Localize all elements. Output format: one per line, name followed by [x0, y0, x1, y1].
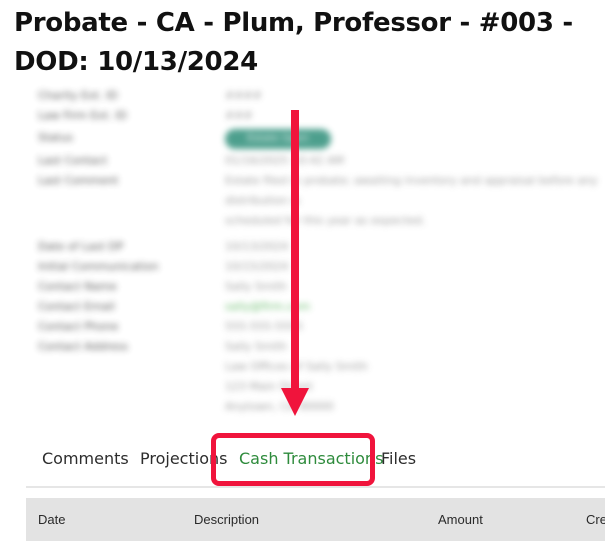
detail-label: Contact Phone: [38, 320, 119, 333]
detail-row: Contact Name Sally Smith: [38, 277, 598, 297]
detail-value: ####: [225, 89, 262, 102]
detail-value: Estate filed in probate; awaiting invent…: [225, 171, 598, 231]
detail-row: Law Firm Ext. ID ###: [38, 106, 598, 126]
detail-row: Last Comment Estate filed in probate; aw…: [38, 171, 598, 231]
detail-label: Law Firm Ext. ID: [38, 109, 127, 122]
detail-label: Charity Ext. ID: [38, 89, 118, 102]
detail-label: Last Comment: [38, 174, 119, 187]
detail-value: Estate Open: [225, 126, 598, 151]
detail-value-line: scheduled for this year as expected.: [225, 214, 426, 227]
tab-files[interactable]: Files: [381, 449, 416, 468]
table-header: Date Description Amount Cre: [26, 498, 605, 541]
detail-row: Last Contact 01/16/2025 10:42 AM: [38, 151, 598, 171]
detail-value-line: Anytown, CA 90000: [225, 400, 334, 413]
detail-label: Contact Name: [38, 280, 117, 293]
detail-value: 555-555-5555: [225, 320, 303, 333]
detail-value-line: Sally Smith: [225, 340, 287, 353]
detail-value: ###: [225, 109, 253, 122]
detail-value-line: Law Offices of Sally Smith: [225, 360, 368, 373]
detail-value-line: Estate filed in probate; awaiting invent…: [225, 174, 598, 207]
status-badge: Estate Open: [225, 129, 331, 149]
column-header-description[interactable]: Description: [194, 512, 259, 527]
detail-row: Charity Ext. ID ####: [38, 86, 598, 106]
detail-value: 10/15/2024: [225, 260, 289, 273]
detail-label: Contact Address: [38, 340, 129, 353]
contact-email-link[interactable]: sally@firm.com: [225, 297, 598, 317]
page: Probate - CA - Plum, Professor - #003 - …: [0, 0, 605, 545]
detail-value: 01/16/2025 10:42 AM: [225, 154, 345, 167]
column-header-date[interactable]: Date: [38, 512, 65, 527]
page-title: Probate - CA - Plum, Professor - #003 - …: [14, 8, 573, 77]
detail-row: Date of Last DP 10/13/2024: [38, 237, 598, 257]
detail-row: Initial Communication 10/15/2024: [38, 257, 598, 277]
detail-row: Contact Address Sally Smith Law Offices …: [38, 337, 598, 417]
detail-row: Contact Email sally@firm.com: [38, 297, 598, 317]
tab-comments[interactable]: Comments: [42, 449, 129, 468]
detail-row: Contact Phone 555-555-5555: [38, 317, 598, 337]
detail-label: Initial Communication: [38, 260, 159, 273]
column-header-created[interactable]: Cre: [586, 512, 605, 527]
tab-divider: [26, 486, 605, 488]
estate-details: Charity Ext. ID #### Law Firm Ext. ID ##…: [38, 86, 598, 417]
detail-label: Last Contact: [38, 154, 108, 167]
column-header-amount[interactable]: Amount: [438, 512, 483, 527]
detail-value: Sally Smith Law Offices of Sally Smith 1…: [225, 337, 598, 417]
detail-label: Date of Last DP: [38, 240, 124, 253]
detail-row: Status Estate Open: [38, 126, 598, 151]
detail-value-line: 123 Main Street: [225, 380, 313, 393]
annotation-highlight-box: [211, 433, 375, 486]
detail-value: 10/13/2024: [225, 240, 289, 253]
detail-label: Contact Email: [38, 300, 115, 313]
detail-value: Sally Smith: [225, 280, 287, 293]
detail-label: Status: [38, 131, 74, 144]
